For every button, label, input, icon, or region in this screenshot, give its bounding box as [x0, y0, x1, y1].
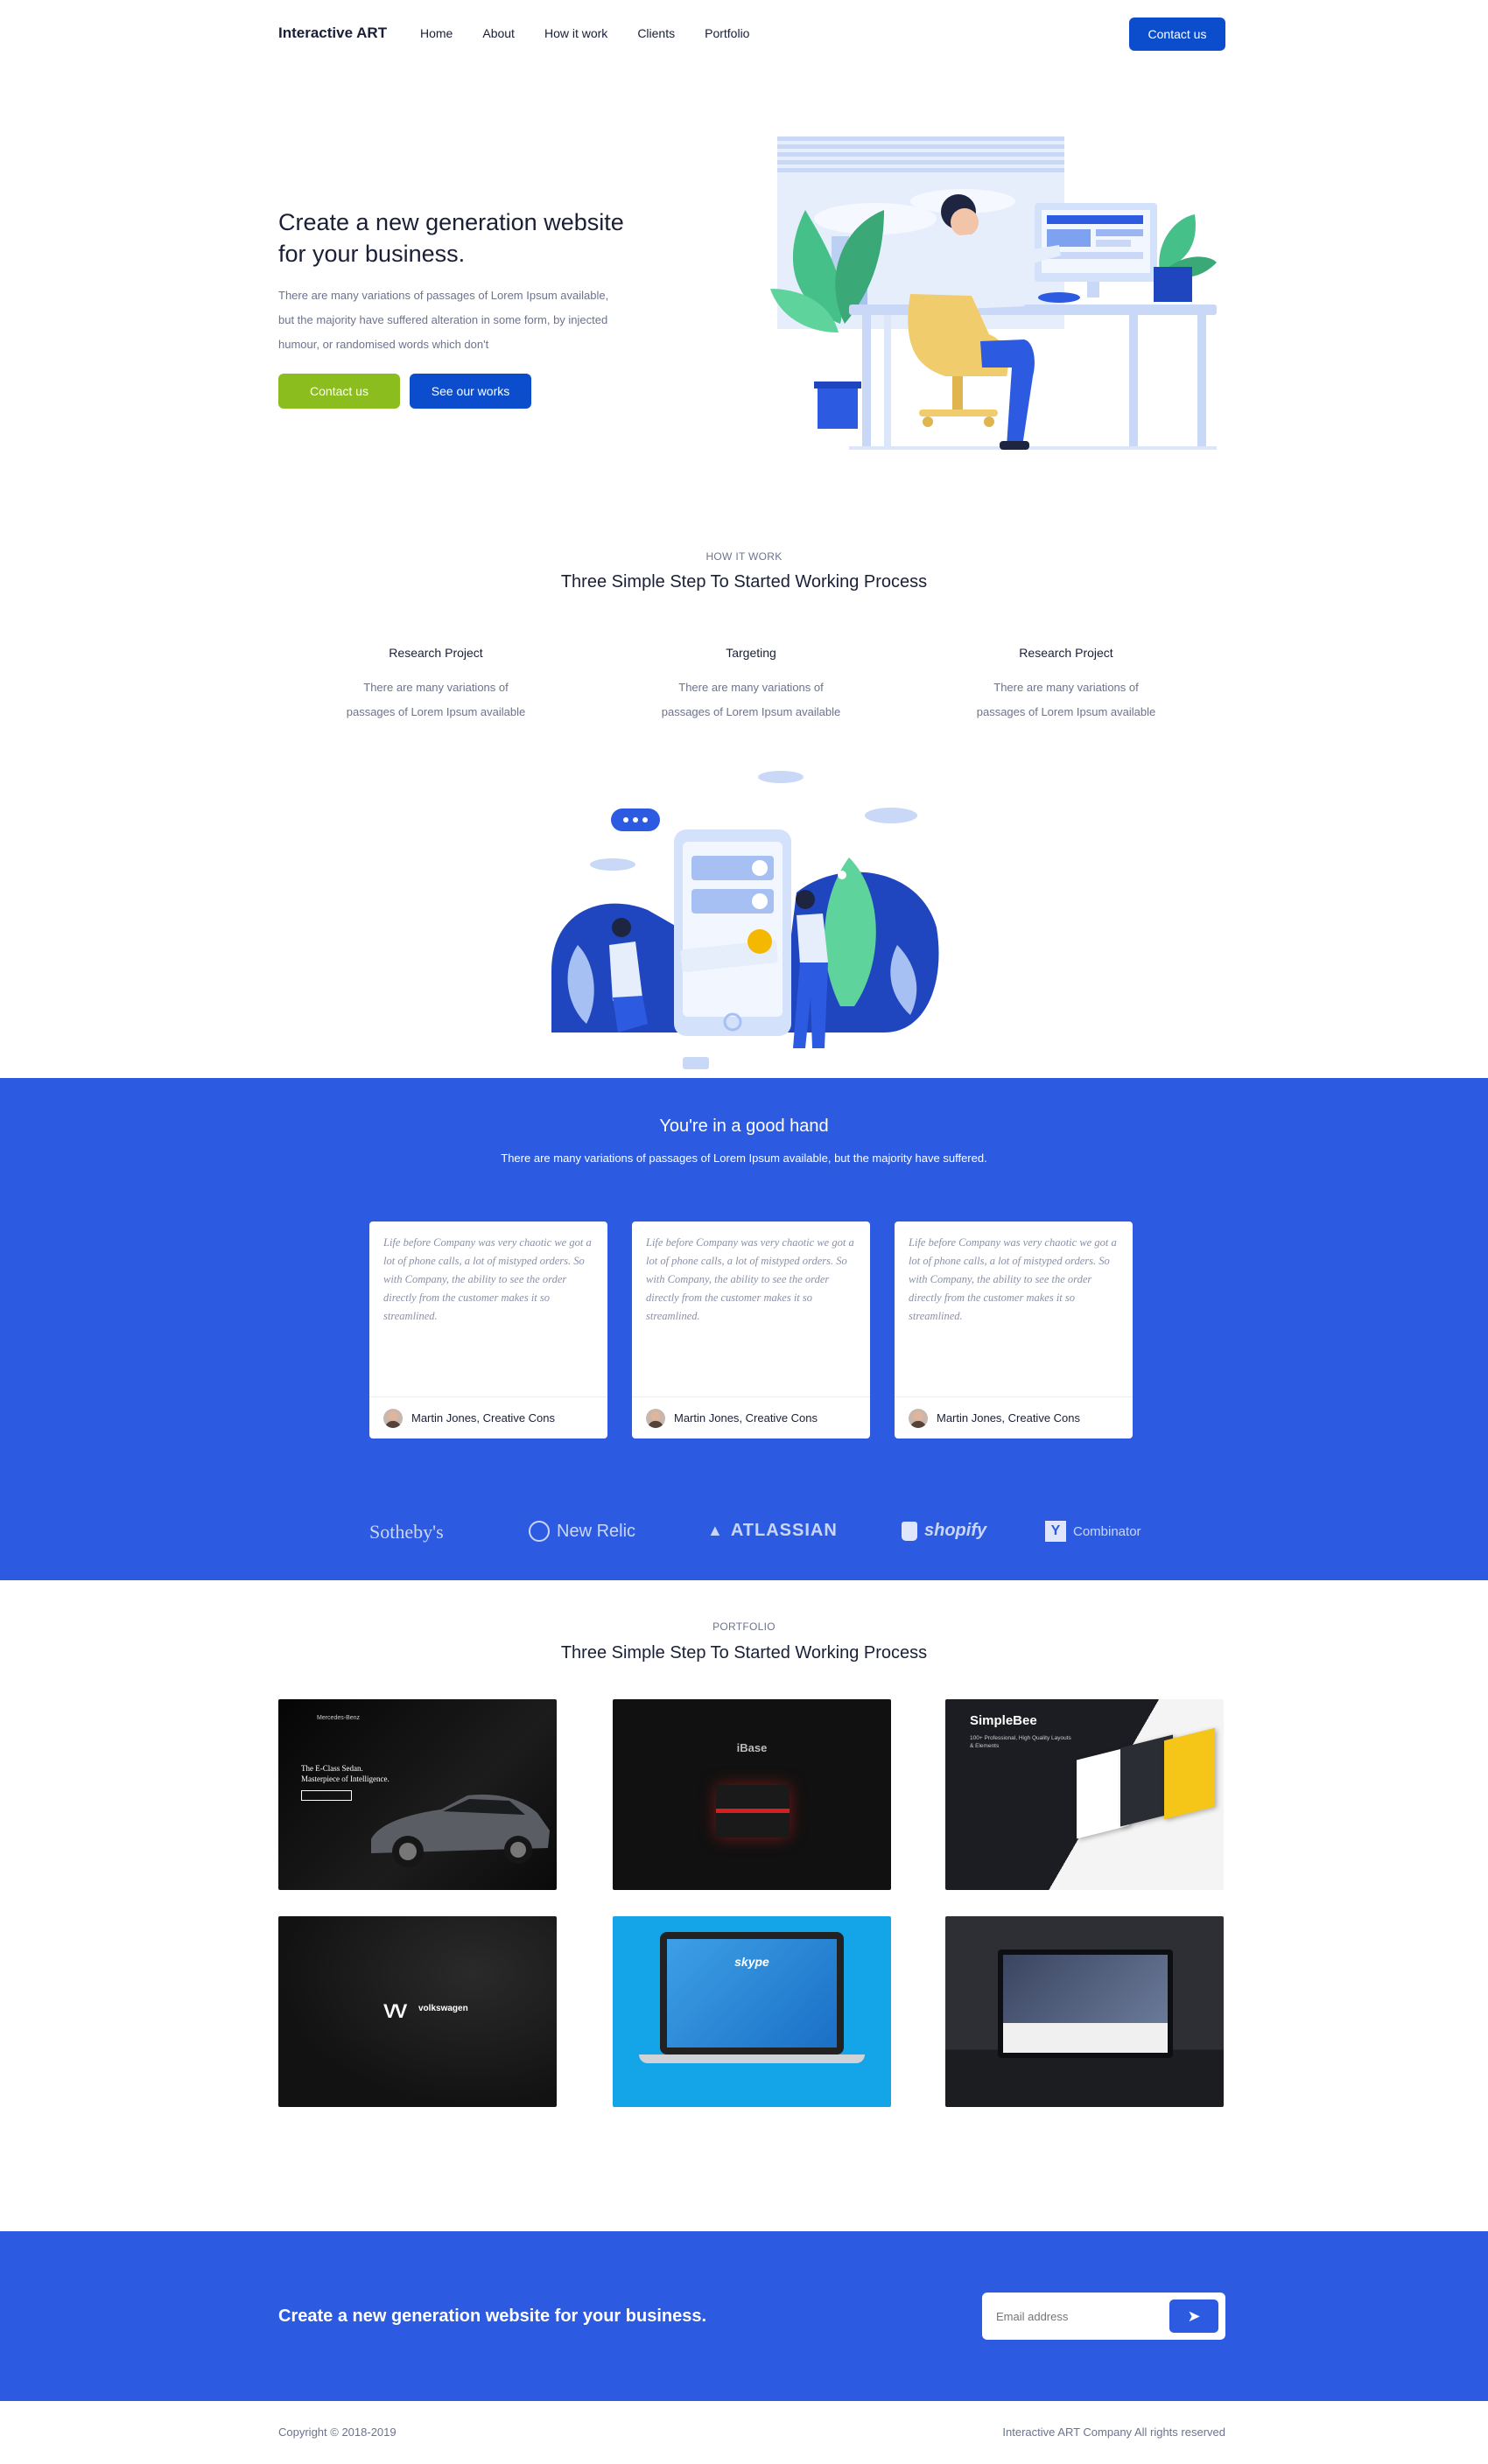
- portfolio-item-skype[interactable]: skype: [613, 1916, 891, 2107]
- nav-how-it-work[interactable]: How it work: [544, 26, 607, 40]
- tile-button: [301, 1790, 352, 1801]
- avatar: [646, 1408, 665, 1428]
- testimonial-card: Life before Company was very chaotic we …: [632, 1222, 870, 1438]
- new-relic-label: New Relic: [557, 1521, 636, 1541]
- testimonial-quote: Life before Company was very chaotic we …: [383, 1236, 592, 1322]
- client-logo-shopify: shopify: [902, 1521, 986, 1541]
- portfolio-title: Three Simple Step To Started Working Pro…: [560, 1643, 928, 1662]
- tile-caption: skype: [734, 1955, 769, 1969]
- laptop-screen: [660, 1932, 844, 2054]
- car-image: [371, 1794, 550, 1867]
- process-illustration: [551, 771, 939, 1069]
- ycombinator-label: Combinator: [1073, 1523, 1141, 1539]
- vw-icon: VV: [383, 2000, 407, 2022]
- testimonial-author: Martin Jones, Creative Cons: [674, 1411, 818, 1424]
- atlassian-icon: ▲: [707, 1522, 724, 1539]
- client-logo-ycombinator: Y Combinator: [1045, 1521, 1141, 1542]
- nav-portfolio[interactable]: Portfolio: [705, 26, 749, 40]
- testimonial-quote: Life before Company was very chaotic we …: [646, 1236, 854, 1322]
- hero-illustration: [770, 136, 1217, 450]
- copyright-text: Copyright © 2018-2019: [278, 2426, 397, 2439]
- email-input[interactable]: [996, 2303, 1154, 2329]
- step-1-title: Research Project: [389, 646, 483, 660]
- tile-caption: 100+ Professional, High Quality Layouts …: [970, 1735, 1071, 1749]
- monitor-screen: [998, 1950, 1173, 2058]
- testimonial-quote: Life before Company was very chaotic we …: [909, 1236, 1117, 1322]
- laptop-base: [639, 2054, 865, 2063]
- testimonial-card: Life before Company was very chaotic we …: [895, 1222, 1133, 1438]
- tile-caption: SimpleBee: [970, 1713, 1037, 1728]
- main-nav: Home About How it work Clients Portfolio: [420, 26, 749, 40]
- tile-caption: The E-Class Sedan.: [301, 1764, 363, 1773]
- shopify-label: shopify: [924, 1521, 987, 1540]
- tile-caption: Mercedes-Benz: [317, 1715, 361, 1721]
- step-1-text: There are many variations of passages of…: [346, 681, 526, 718]
- portfolio-eyebrow: PORTFOLIO: [712, 1620, 776, 1633]
- hero-contact-button[interactable]: Contact us: [278, 374, 400, 409]
- portfolio-item-simplebee[interactable]: SimpleBee 100+ Professional, High Qualit…: [945, 1699, 1224, 1890]
- portfolio-item-ibase[interactable]: iBase: [613, 1699, 891, 1890]
- layout-preview: [1164, 1727, 1215, 1820]
- shopify-bag-icon: [902, 1521, 917, 1541]
- step-3-title: Research Project: [1019, 646, 1113, 660]
- portfolio-item-volkswagen[interactable]: VV volkswagen: [278, 1916, 557, 2107]
- newsletter-form: ➤: [982, 2292, 1225, 2340]
- tile-caption: volkswagen: [418, 2004, 468, 2013]
- client-logo-atlassian: ▲ ATLASSIAN: [707, 1521, 838, 1541]
- send-button[interactable]: ➤: [1169, 2300, 1218, 2333]
- hero-title: Create a new generation website for your…: [278, 209, 624, 267]
- testimonial-card: Life before Company was very chaotic we …: [369, 1222, 607, 1438]
- cta-section: [0, 2231, 1488, 2401]
- nav-about[interactable]: About: [482, 26, 515, 40]
- how-title: Three Simple Step To Started Working Pro…: [560, 572, 928, 592]
- step-3-text: There are many variations of passages of…: [976, 681, 1156, 718]
- how-eyebrow: HOW IT WORK: [705, 550, 783, 563]
- client-logo-new-relic: New Relic: [529, 1521, 635, 1542]
- avatar: [909, 1408, 928, 1428]
- testimonial-author: Martin Jones, Creative Cons: [937, 1411, 1081, 1424]
- atlassian-label: ATLASSIAN: [730, 1521, 838, 1540]
- portfolio-item-mercedes[interactable]: Mercedes-Benz The E-Class Sedan. Masterp…: [278, 1699, 557, 1890]
- rights-text: Interactive ART Company All rights reser…: [1002, 2426, 1225, 2439]
- header-contact-button[interactable]: Contact us: [1129, 18, 1225, 51]
- testimonial-subtitle: There are many variations of passages of…: [501, 1152, 987, 1165]
- client-logo-sothebys: Sotheby's: [369, 1521, 444, 1543]
- new-relic-icon: [529, 1521, 550, 1542]
- testimonial-title: You're in a good hand: [659, 1116, 829, 1136]
- step-2-text: There are many variations of passages of…: [661, 681, 841, 718]
- site-logo[interactable]: Interactive ART: [278, 24, 387, 42]
- step-2-title: Targeting: [726, 646, 776, 660]
- send-icon: ➤: [1187, 2306, 1201, 2325]
- avatar: [383, 1408, 403, 1428]
- ycombinator-icon: Y: [1045, 1521, 1066, 1542]
- tile-caption: iBase: [736, 1741, 768, 1754]
- nav-home[interactable]: Home: [420, 26, 453, 40]
- portfolio-item-website[interactable]: [945, 1916, 1224, 2107]
- cta-title: Create a new generation website for your…: [278, 2306, 707, 2326]
- hero-description: There are many variations of passages of…: [278, 289, 609, 351]
- device-image: [716, 1785, 790, 1838]
- nav-clients[interactable]: Clients: [637, 26, 675, 40]
- testimonial-author: Martin Jones, Creative Cons: [411, 1411, 556, 1424]
- see-our-works-button[interactable]: See our works: [410, 374, 531, 409]
